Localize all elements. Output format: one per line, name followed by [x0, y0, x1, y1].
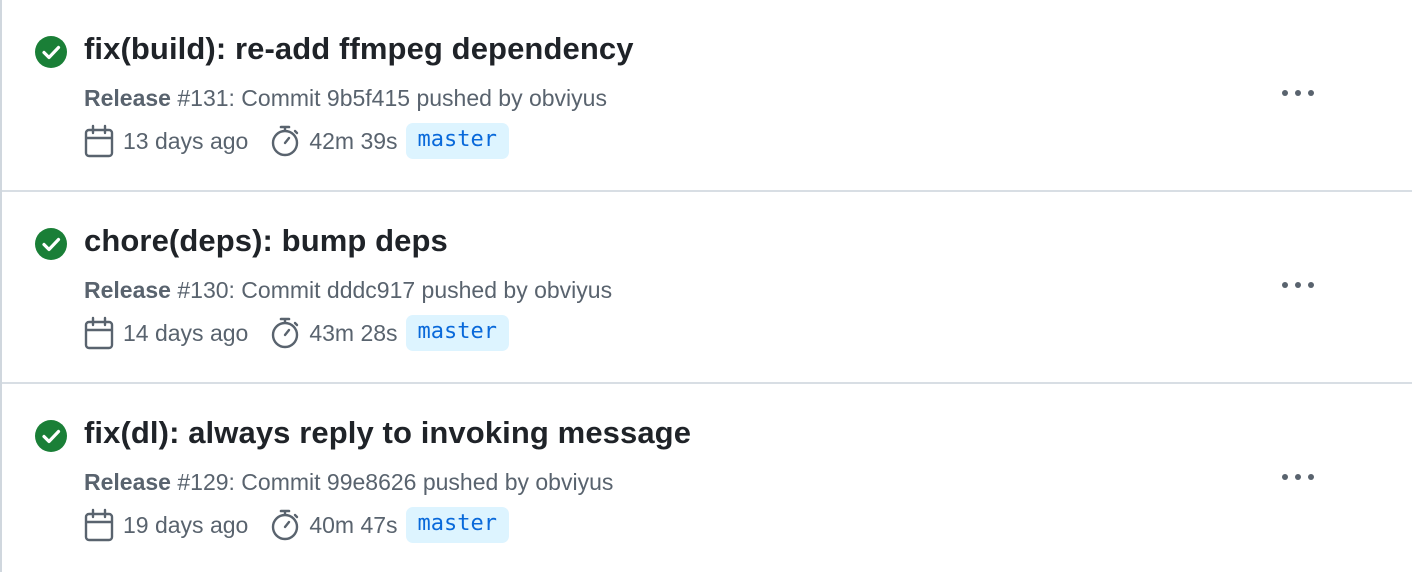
run-details: #131: Commit 9b5f415 pushed by obviyus — [170, 85, 607, 111]
calendar-icon — [84, 508, 114, 542]
run-date: 19 days ago — [123, 511, 249, 538]
run-title[interactable]: fix(dl): always reply to invoking messag… — [84, 415, 691, 451]
run-duration: 43m 28s — [309, 319, 398, 346]
kebab-horizontal-icon — [1282, 90, 1314, 96]
branch-badge[interactable]: master — [405, 507, 510, 543]
stopwatch-icon — [272, 509, 299, 541]
workflow-name: Release — [84, 85, 171, 111]
run-title[interactable]: fix(build): re-add ffmpeg dependency — [84, 31, 634, 67]
run-date: 14 days ago — [123, 319, 249, 346]
check-circle-icon — [35, 420, 67, 452]
calendar-icon — [84, 124, 114, 158]
kebab-horizontal-icon — [1282, 474, 1314, 480]
run-menu-button[interactable] — [1272, 463, 1324, 491]
run-duration: 40m 47s — [309, 511, 398, 538]
run-subtitle: Release #131: Commit 9b5f415 pushed by o… — [84, 85, 607, 112]
stopwatch-icon — [272, 317, 299, 349]
calendar-icon — [84, 316, 114, 350]
run-subtitle: Release #129: Commit 99e8626 pushed by o… — [84, 469, 613, 496]
run-menu-button[interactable] — [1272, 79, 1324, 107]
run-subtitle: Release #130: Commit dddc917 pushed by o… — [84, 277, 612, 304]
check-circle-icon — [35, 36, 67, 68]
workflow-run-row[interactable]: fix(build): re-add ffmpeg dependency Rel… — [2, 0, 1412, 192]
branch-badge[interactable]: master — [405, 315, 510, 351]
workflow-name: Release — [84, 277, 171, 303]
run-menu-button[interactable] — [1272, 271, 1324, 299]
run-details: #130: Commit dddc917 pushed by obviyus — [170, 277, 613, 303]
run-title[interactable]: chore(deps): bump deps — [84, 223, 448, 259]
run-meta: 19 days ago 40m 47s master — [84, 506, 510, 544]
workflow-name: Release — [84, 469, 171, 495]
check-circle-icon — [35, 228, 67, 260]
workflow-runs-list: fix(build): re-add ffmpeg dependency Rel… — [0, 0, 1412, 572]
run-duration: 42m 39s — [309, 127, 398, 154]
run-meta: 13 days ago 42m 39s master — [84, 122, 510, 160]
stopwatch-icon — [272, 125, 299, 157]
kebab-horizontal-icon — [1282, 282, 1314, 288]
run-date: 13 days ago — [123, 127, 249, 154]
workflow-run-row[interactable]: chore(deps): bump deps Release #130: Com… — [2, 192, 1412, 384]
run-meta: 14 days ago 43m 28s master — [84, 314, 510, 352]
run-details: #129: Commit 99e8626 pushed by obviyus — [170, 469, 614, 495]
branch-badge[interactable]: master — [405, 123, 510, 159]
workflow-run-row[interactable]: fix(dl): always reply to invoking messag… — [2, 384, 1412, 576]
